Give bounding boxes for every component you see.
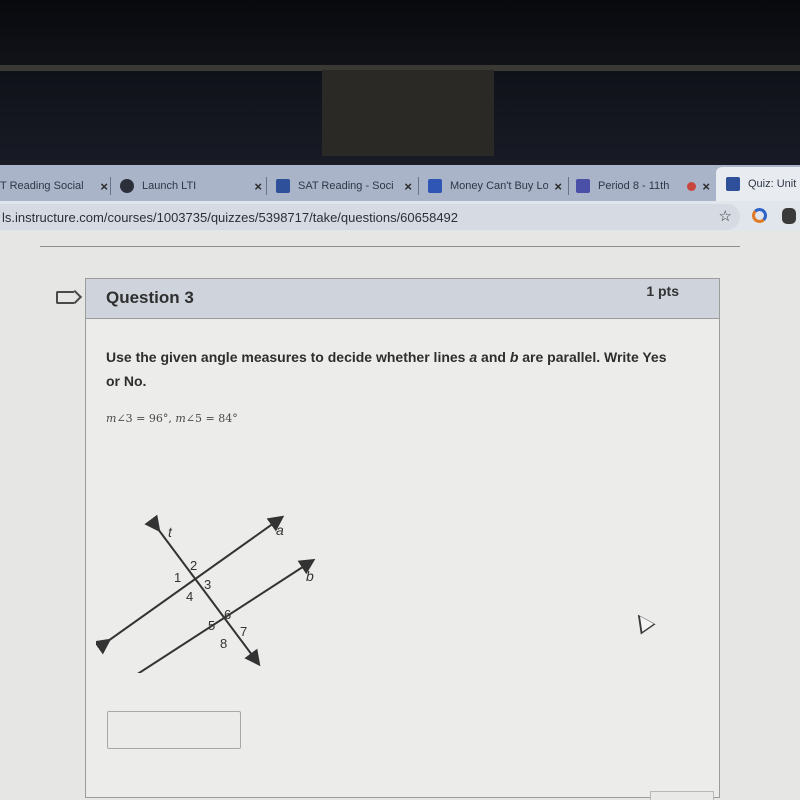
tab-sat-reading[interactable]: SAT Reading - Soci × xyxy=(276,171,412,201)
question-text: Use the given angle measures to decide w… xyxy=(106,345,676,393)
question-points: 1 pts xyxy=(646,283,679,299)
question-header: Question 3 1 pts xyxy=(86,279,719,319)
close-icon[interactable]: × xyxy=(554,179,562,194)
question-text-part: Use the given angle measures to decide w… xyxy=(106,349,470,365)
tab-quiz-unit-3[interactable]: Quiz: Unit 3 xyxy=(716,167,800,201)
flag-question-icon[interactable] xyxy=(56,291,74,304)
angle-label-5: 5 xyxy=(208,618,215,633)
given-angles: m∠3 = 96°, m∠5 = 84° xyxy=(106,412,699,425)
teams-icon xyxy=(576,179,590,193)
tab-title: T Reading Social xyxy=(0,180,84,192)
tab-separator xyxy=(418,177,419,195)
canvas-icon xyxy=(276,179,290,193)
tab-separator xyxy=(568,177,569,195)
tab-launch-lti[interactable]: Launch LTI × xyxy=(120,171,262,201)
tab-money-cant-buy[interactable]: Money Can't Buy Lo × xyxy=(428,171,562,201)
star-icon[interactable]: ☆ xyxy=(719,207,732,225)
angle-label-8: 8 xyxy=(220,636,227,651)
tab-strip: T Reading Social × Launch LTI × SAT Read… xyxy=(0,165,800,201)
close-icon[interactable]: × xyxy=(254,179,262,194)
browser-window: T Reading Social × Launch LTI × SAT Read… xyxy=(0,165,800,800)
divider xyxy=(40,246,740,247)
measure-symbol: m xyxy=(175,412,186,425)
given-angle-3: ∠3 = 96°, xyxy=(116,412,176,425)
close-icon[interactable]: × xyxy=(404,179,412,194)
office-icon xyxy=(428,179,442,193)
question-title: Question 3 xyxy=(106,288,194,307)
label-a: a xyxy=(276,522,284,538)
monitor-bezel xyxy=(0,0,800,65)
label-t: t xyxy=(168,524,173,540)
tab-title: Money Can't Buy Lo xyxy=(450,180,549,192)
close-icon[interactable]: × xyxy=(702,179,710,194)
angle-label-3: 3 xyxy=(204,577,211,592)
address-bar[interactable]: ls.instructure.com/courses/1003735/quizz… xyxy=(0,204,740,230)
quiz-page: Question 3 1 pts Use the given angle mea… xyxy=(0,231,800,800)
webcam-cover xyxy=(322,70,494,156)
question-card: Question 3 1 pts Use the given angle mea… xyxy=(85,278,720,798)
tab-period-8[interactable]: Period 8 - 11th × xyxy=(576,171,710,201)
given-angle-5: ∠5 = 84° xyxy=(185,412,238,425)
extension-icon[interactable] xyxy=(752,208,767,223)
angle-label-2: 2 xyxy=(190,558,197,573)
next-button[interactable] xyxy=(650,791,714,800)
variable-a: a xyxy=(469,349,478,365)
browser-toolbar: ls.instructure.com/courses/1003735/quizz… xyxy=(0,201,800,231)
recording-indicator-icon xyxy=(687,181,697,191)
extension-icon-2[interactable] xyxy=(782,208,796,224)
label-b: b xyxy=(306,568,314,584)
close-icon[interactable]: × xyxy=(100,179,108,194)
angle-label-4: 4 xyxy=(186,589,193,604)
tab-title: Launch LTI xyxy=(142,180,197,192)
transversal-diagram: t a b 1 2 3 4 5 6 7 8 xyxy=(96,514,316,673)
angle-label-1: 1 xyxy=(174,570,181,585)
question-body: Use the given angle measures to decide w… xyxy=(86,345,719,749)
tab-separator xyxy=(266,177,267,195)
measure-symbol: m xyxy=(106,412,117,425)
tab-title: Period 8 - 11th xyxy=(598,180,670,192)
tab-title: SAT Reading - Soci xyxy=(298,180,394,192)
globe-icon xyxy=(120,179,134,193)
tab-title: Quiz: Unit 3 xyxy=(748,178,800,190)
question-text-part: and xyxy=(477,349,510,365)
canvas-icon xyxy=(726,177,740,191)
angle-label-6: 6 xyxy=(224,607,231,622)
answer-input[interactable] xyxy=(107,711,241,749)
url-text[interactable]: ls.instructure.com/courses/1003735/quizz… xyxy=(0,210,458,225)
angle-label-7: 7 xyxy=(240,624,247,639)
tab-reading-social[interactable]: T Reading Social × xyxy=(0,171,108,201)
tab-separator xyxy=(110,177,111,195)
